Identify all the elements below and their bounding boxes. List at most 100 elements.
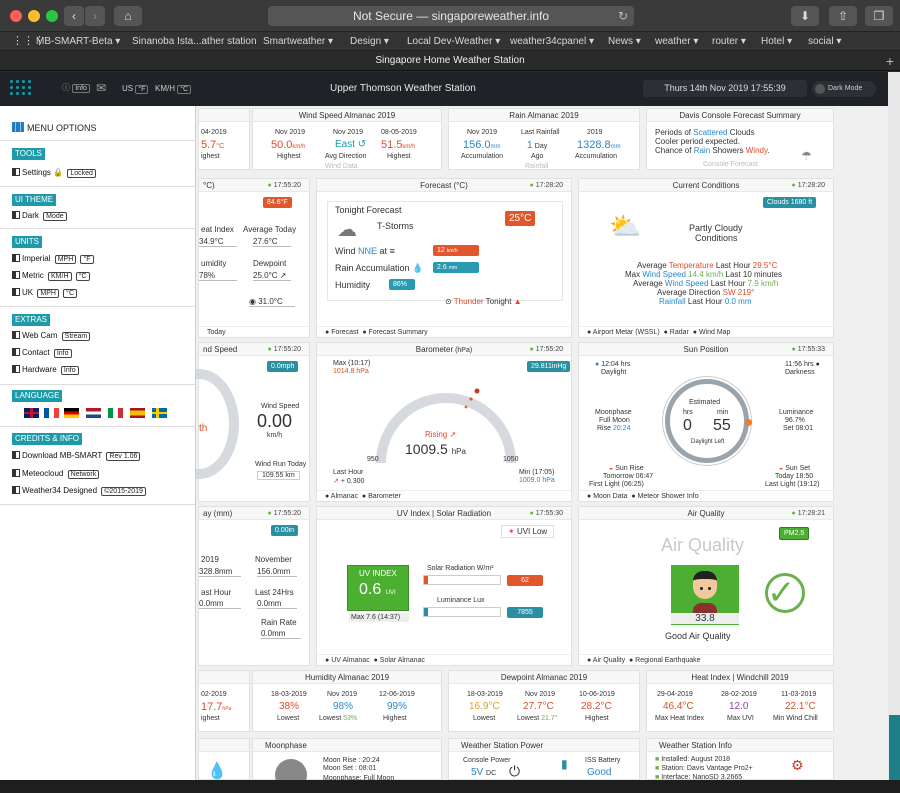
section-ui-theme: UI THEME [12,194,57,206]
hardware-item[interactable]: Hardware Info [12,365,79,375]
active-tab[interactable]: Singapore Home Weather Station [375,55,524,66]
close-window-icon[interactable] [10,10,22,22]
mail-icon[interactable]: ✉ [96,81,106,95]
air-quality-link[interactable]: ● Air Quality [587,657,625,664]
bookmark-hotel[interactable]: Hotel ▾ [761,36,792,47]
forecast-card: Forecast (°C)17:28:20 Tonight Forecast ☁… [316,178,572,338]
rain-almanac-card: Rain Almanac 2019 Nov 2019 156.0mm Accum… [448,108,640,170]
menu-grid-icon[interactable] [10,80,34,98]
metar-link[interactable]: ● Airport Metar (WSSL) [587,329,660,336]
current-conditions-card: Current Conditions17:28:20 Clouds 1680 f… [578,178,834,338]
solar-almanac-link[interactable]: ● Solar Almanac [374,657,425,664]
scrollbar-thumb[interactable] [889,715,900,780]
tabs-overview-icon[interactable]: ❐ [865,6,893,26]
france-flag-icon[interactable] [44,408,59,418]
share-icon[interactable]: ⇧ [829,6,857,26]
warning-icon: ▲ [513,297,522,306]
sun-dial [665,379,749,463]
bookmark-mb-smart[interactable]: MB-SMART-Beta ▾ [36,36,120,47]
barometer-link[interactable]: ● Barometer [362,493,401,500]
uv-solar-card: UV Index | Solar Radiation17:55:30 ✶ UVI… [316,506,572,666]
download-item[interactable]: Download MB-SMART Rev 1.06 [12,451,141,461]
info-button[interactable]: ⓘ Info [62,82,90,93]
back-icon[interactable]: ‹ [64,6,84,26]
address-bar[interactable]: Not Secure — singaporeweather.info ↻ [268,6,634,26]
radar-link[interactable]: ● Radar [664,329,689,336]
uk-flag-icon[interactable] [24,408,39,418]
bookmark-cpanel[interactable]: weather34cpanel ▾ [510,36,594,47]
heat-index-card: Heat Index | Windchill 2019 29-04-2019 4… [646,670,834,732]
wind-map-link[interactable]: ● Wind Map [693,329,731,336]
netherlands-flag-icon[interactable] [86,408,101,418]
us-unit-toggle[interactable]: US °F [122,84,149,94]
bookmark-smartweather[interactable]: Smartweather ▾ [263,36,333,47]
italy-flag-icon[interactable] [108,408,123,418]
station-power-card: Weather Station Power Console Power 5V D… [448,738,640,780]
page-scrollbar[interactable] [888,72,900,780]
alert-clock-icon: ⊙ [445,297,452,306]
browser-window: ‹ › ⌂ Not Secure — singaporeweather.info… [0,0,900,793]
bookmark-news[interactable]: News ▾ [608,36,641,47]
check-circle [765,573,805,613]
bookmark-design[interactable]: Design ▾ [350,36,389,47]
dark-mode-toggle[interactable]: Dark Mode [812,81,876,97]
trend-icon: ↗ [279,271,287,280]
designed-item[interactable]: Weather34 Designed ©2015-2019 [12,486,146,496]
germany-flag-icon[interactable] [64,408,79,418]
kmh-unit-toggle[interactable]: KM/H °C [155,84,192,94]
temperature-card: °C)17:55:20 84.6°F eat Index 34.9°C Aver… [198,178,310,338]
uv-almanac-link[interactable]: ● UV Almanac [325,657,370,664]
menu-title: MENU OPTIONS [12,122,97,133]
earthquake-link[interactable]: ● Regional Earthquake [629,657,701,664]
side-menu: MENU OPTIONS TOOLS Settings 🔒 Locked UI … [0,106,196,780]
lux-bar [423,607,501,617]
minimize-window-icon[interactable] [28,10,40,22]
station-title: Upper Thomson Weather Station [330,83,476,94]
baro-almanac-card: 02-2019 17.7hPa ighest [198,670,250,732]
battery-icon: ▮ [561,757,568,771]
contact-item[interactable]: Contact Info [12,348,72,358]
section-credits: CREDITS & INFO [12,433,83,445]
meteocloud-item[interactable]: Meteocloud Network [12,469,100,479]
thermometer-icon: ◉ [249,297,256,306]
section-language: LANGUAGE [12,390,63,402]
humidity-almanac-card: Humidity Almanac 2019 18-03-2019 38% Low… [252,670,442,732]
metric-units-item[interactable]: Metric KM/H °C [12,271,90,281]
reload-icon[interactable]: ↻ [618,6,628,26]
bookmark-weather[interactable]: weather ▾ [655,36,698,47]
bookmark-sinanoba[interactable]: Sinanoba Ista...ather station [132,36,257,47]
moon-data-link[interactable]: ● Moon Data [587,493,627,500]
wind-almanac-card: Wind Speed Almanac 2019 Nov 2019 50.0km/… [252,108,442,170]
zoom-window-icon[interactable] [46,10,58,22]
download-icon[interactable]: ⬇ [791,6,819,26]
imperial-units-item[interactable]: Imperial MPH °F [12,254,94,264]
spain-flag-icon[interactable] [130,408,145,418]
water-drop-icon: 💧 [207,763,227,780]
meteor-shower-link[interactable]: ● Meteor Shower Info [631,493,698,500]
tab-bar: Singapore Home Weather Station + [0,51,900,71]
thunderstorm-icon: ☁ [337,219,357,241]
webcam-item[interactable]: Web Cam Stream [12,331,91,341]
uk-units-item[interactable]: UK MPH °C [12,288,78,298]
bookmark-router[interactable]: router ▾ [712,36,746,47]
new-tab-icon[interactable]: + [886,51,894,71]
bookmark-social[interactable]: social ▾ [808,36,841,47]
bookmark-local-dev[interactable]: Local Dev-Weather ▾ [407,36,500,47]
moonphase-card: Moonphase Moon Rise : 20:24 Moon Set : 0… [252,738,442,791]
solar-bar [423,575,501,585]
title-bar: ‹ › ⌂ Not Secure — singaporeweather.info… [0,0,900,32]
forecast-summary-link[interactable]: ● Forecast Summary [362,329,427,336]
almanac-link[interactable]: ● Almanac [325,493,358,500]
dark-theme-item[interactable]: Dark Mode [12,211,67,221]
dewpoint-almanac-card: Dewpoint Almanac 2019 18-03-2019 16.9°C … [448,670,640,732]
sun-marker-icon [745,419,752,426]
rain-drop-card: 💧 [198,738,250,780]
partly-cloudy-icon: ⛅ [609,211,642,241]
forecast-link[interactable]: ● Forecast [325,329,358,336]
settings-item[interactable]: Settings 🔒 Locked [12,168,96,178]
station-info-card: Weather Station Info ■ Installed: August… [646,738,834,781]
sweden-flag-icon[interactable] [152,408,167,418]
bookmarks-bar: ⋮⋮⋮ MB-SMART-Beta ▾ Sinanoba Ista...athe… [0,32,900,51]
forward-icon[interactable]: › [85,6,105,26]
home-icon[interactable]: ⌂ [114,6,142,26]
